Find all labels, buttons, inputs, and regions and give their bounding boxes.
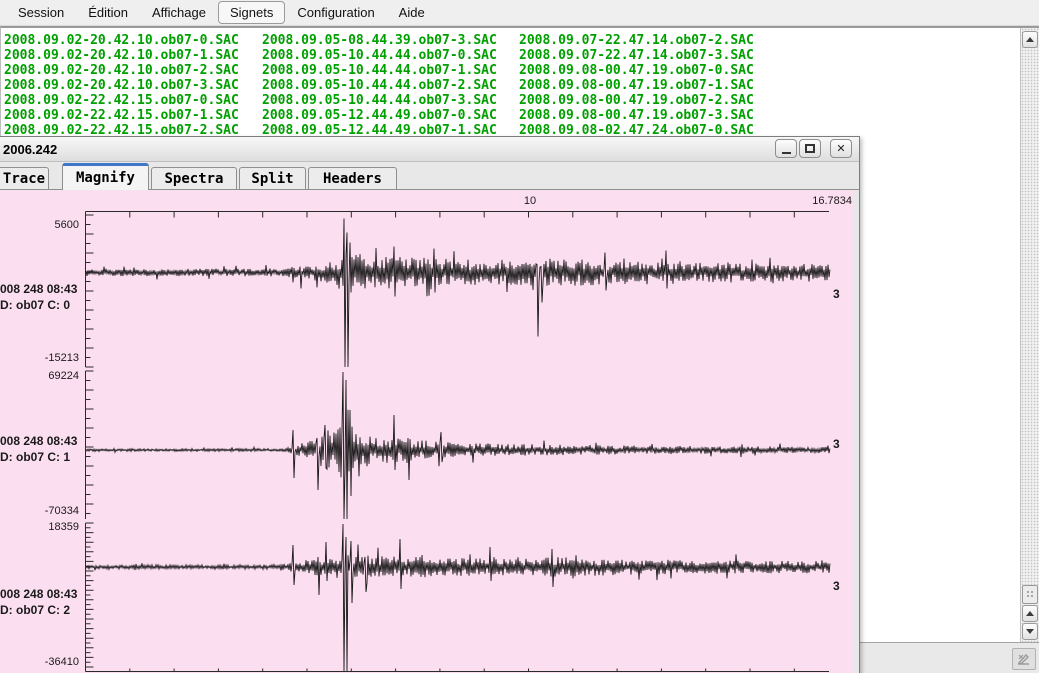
file-column-2: 2008.09.07-22.47.14.ob07-2.SAC2008.09.07… [519, 33, 754, 138]
menu-bar: SessionÉditionAffichageSignetsConfigurat… [0, 0, 1039, 26]
file-item[interactable]: 2008.09.08-00.47.19.ob07-1.SAC [519, 78, 754, 93]
file-item[interactable]: 2008.09.05-10.44.44.ob07-3.SAC [262, 93, 497, 108]
file-item[interactable]: 2008.09.07-22.47.14.ob07-3.SAC [519, 48, 754, 63]
yaxis-min-label: -15213 [0, 352, 79, 364]
file-item[interactable]: 2008.09.05-10.44.44.ob07-0.SAC [262, 48, 497, 63]
xaxis-mid-label: 10 [520, 195, 540, 207]
file-item[interactable]: 2008.09.02-20.42.10.ob07-0.SAC [4, 33, 239, 48]
trace-right-label: 3 [833, 437, 840, 451]
menu-session[interactable]: Session [6, 1, 76, 24]
file-item[interactable]: 2008.09.07-22.47.14.ob07-2.SAC [519, 33, 754, 48]
menu-configuration[interactable]: Configuration [285, 1, 386, 24]
scroll-up-icon[interactable] [1022, 605, 1038, 622]
tab-spectra[interactable]: Spectra [151, 167, 237, 190]
scroll-up-icon[interactable] [1022, 31, 1038, 48]
app-root: SessionÉditionAffichageSignetsConfigurat… [0, 0, 1039, 673]
yaxis-max-label: 5600 [0, 219, 79, 231]
file-item[interactable]: 2008.09.02-22.42.15.ob07-0.SAC [4, 93, 239, 108]
tab-bar: Trace MagnifySpectraSplitHeaders [0, 162, 859, 190]
file-item[interactable]: 2008.09.02-20.42.10.ob07-3.SAC [4, 78, 239, 93]
station-channel-label: D: ob07 C: 0 [0, 298, 70, 312]
yaxis-max-label: 69224 [0, 370, 79, 382]
file-item[interactable]: 2008.09.08-00.47.19.ob07-0.SAC [519, 63, 754, 78]
file-list-scrollbar[interactable] [1020, 28, 1039, 642]
file-item[interactable]: 2008.09.05-10.44.44.ob07-2.SAC [262, 78, 497, 93]
menu-edition[interactable]: Édition [76, 1, 140, 24]
close-icon[interactable]: ✕ [830, 139, 852, 158]
trace-right-label: 3 [833, 579, 840, 593]
xaxis-end-label: 16.7834 [795, 195, 852, 207]
station-time-label: 008 248 08:43 [0, 434, 77, 448]
file-item[interactable]: 2008.09.02-20.42.10.ob07-1.SAC [4, 48, 239, 63]
corner-tool-icon[interactable] [1012, 648, 1036, 670]
menu-aide[interactable]: Aide [387, 1, 437, 24]
window-titlebar[interactable]: 2006.242 ✕ [0, 137, 859, 162]
tab-magnify[interactable]: Magnify [62, 163, 149, 190]
window-title: 2006.242 [0, 142, 57, 157]
minimize-icon[interactable] [775, 139, 797, 158]
file-item[interactable]: 2008.09.02-22.42.15.ob07-1.SAC [4, 108, 239, 123]
file-column-1: 2008.09.05-08.44.39.ob07-3.SAC2008.09.05… [262, 33, 497, 138]
tab-split[interactable]: Split [239, 167, 306, 190]
file-column-0: 2008.09.02-20.42.10.ob07-0.SAC2008.09.02… [4, 33, 239, 138]
window-controls: ✕ [775, 139, 852, 158]
station-channel-label: D: ob07 C: 2 [0, 603, 70, 617]
station-channel-label: D: ob07 C: 1 [0, 450, 70, 464]
scrollbar-thumb[interactable] [1022, 585, 1038, 604]
file-item[interactable]: 2008.09.05-08.44.39.ob07-3.SAC [262, 33, 497, 48]
menu-affichage[interactable]: Affichage [140, 1, 218, 24]
trace-window: 2006.242 ✕ Trace MagnifySpectraSplitHeade… [0, 136, 860, 673]
tab-headers[interactable]: Headers [308, 167, 397, 190]
yaxis-min-label: -70334 [0, 505, 79, 517]
yaxis-min-label: -36410 [0, 656, 79, 668]
file-item[interactable]: 2008.09.08-00.47.19.ob07-3.SAC [519, 108, 754, 123]
station-time-label: 008 248 08:43 [0, 282, 77, 296]
trace-right-label: 3 [833, 287, 840, 301]
yaxis-max-label: 18359 [0, 521, 79, 533]
file-item[interactable]: 2008.09.05-10.44.44.ob07-1.SAC [262, 63, 497, 78]
waveform-canvas[interactable] [0, 190, 853, 673]
maximize-icon[interactable] [799, 139, 821, 158]
file-item[interactable]: 2008.09.05-12.44.49.ob07-0.SAC [262, 108, 497, 123]
seismogram-plot[interactable]: 10 16.7834 5600 -15213 008 248 08:43 D: ob0… [0, 190, 853, 673]
file-item[interactable]: 2008.09.02-20.42.10.ob07-2.SAC [4, 63, 239, 78]
menu-signets[interactable]: Signets [218, 1, 285, 24]
file-item[interactable]: 2008.09.08-00.47.19.ob07-2.SAC [519, 93, 754, 108]
station-time-label: 008 248 08:43 [0, 587, 77, 601]
scroll-down-icon[interactable] [1022, 623, 1038, 640]
tab-trace[interactable]: Trace [0, 167, 49, 190]
